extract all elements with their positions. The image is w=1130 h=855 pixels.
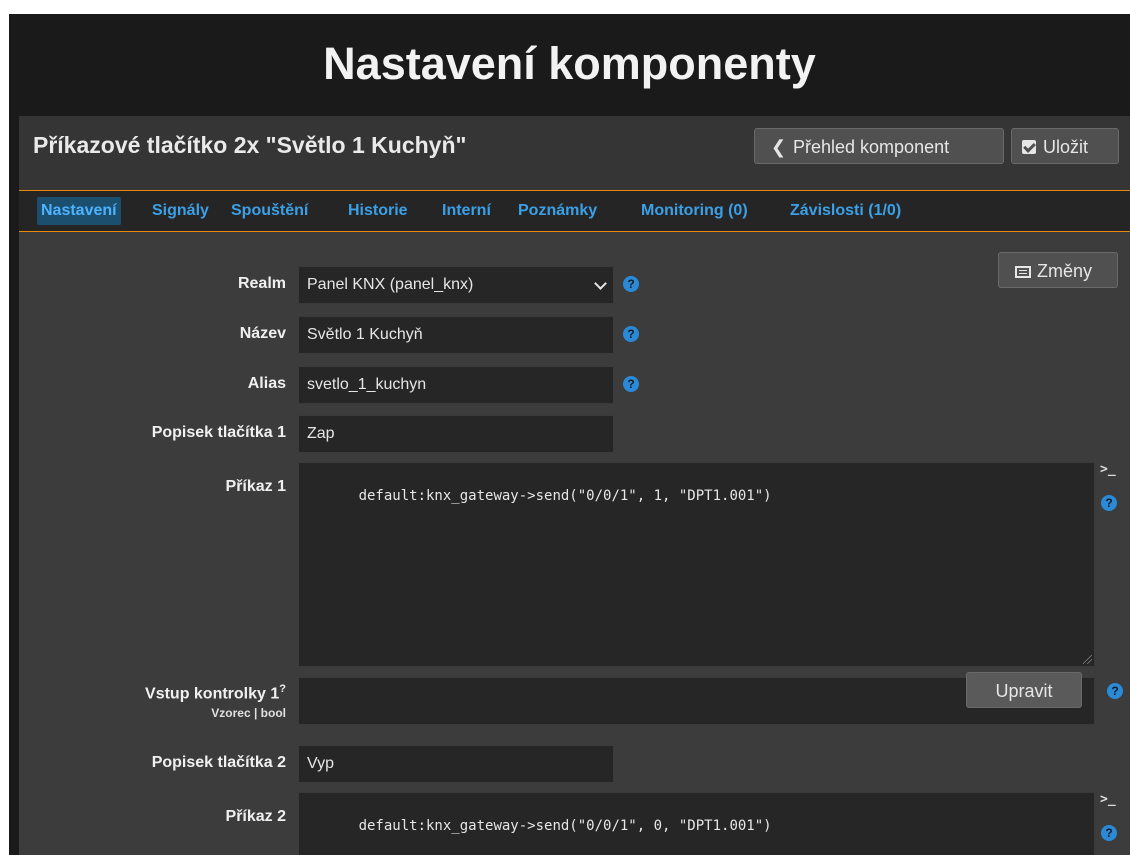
name-input[interactable]: Světlo 1 Kuchyň	[298, 316, 614, 354]
component-panel: Příkazové tlačítko 2x "Světlo 1 Kuchyň" …	[19, 116, 1130, 855]
command-2-editor[interactable]: default:knx_gateway->send("0/0/1", 0, "D…	[298, 792, 1095, 855]
edit-button[interactable]: Upravit	[966, 672, 1082, 708]
save-button[interactable]: Uložit	[1011, 128, 1119, 164]
terminal-icon[interactable]: >_	[1100, 463, 1116, 476]
button-label-2-label: Popisek tlačítka 2	[151, 754, 286, 771]
command-1-label: Příkaz 1	[225, 478, 286, 495]
name-label: Název	[239, 325, 286, 342]
question-circle-icon[interactable]: ?	[623, 276, 639, 292]
app-shell: Nastavení komponenty Příkazové tlačítko …	[9, 14, 1130, 855]
tab-internal[interactable]: Interní	[438, 197, 495, 225]
terminal-icon[interactable]: >_	[1100, 793, 1116, 806]
button-label-1-label: Popisek tlačítka 1	[151, 424, 286, 441]
question-circle-icon[interactable]: ?	[1107, 683, 1123, 699]
save-button-label: Uložit	[1043, 137, 1089, 157]
indicator-input-1-label: Vstup kontrolky 1?	[19, 683, 286, 703]
tab-triggers[interactable]: Spouštění	[227, 197, 312, 225]
back-to-components-button[interactable]: ❮ Přehled komponent	[754, 128, 1004, 164]
changes-button[interactable]: Změny	[998, 252, 1118, 288]
page-title: Nastavení komponenty	[323, 38, 816, 89]
panel-header: Příkazové tlačítko 2x "Světlo 1 Kuchyň" …	[19, 116, 1130, 191]
indicator-input-1-label-text: Vstup kontrolky 1	[145, 685, 280, 703]
component-title: Příkazové tlačítko 2x "Světlo 1 Kuchyň"	[33, 132, 467, 158]
command-1-code: default:knx_gateway->send("0/0/1", 1, "D…	[358, 488, 772, 504]
realm-select-value: Panel KNX (panel_knx)	[307, 276, 474, 293]
tab-signals[interactable]: Signály	[148, 197, 213, 225]
resize-handle[interactable]	[1083, 655, 1092, 664]
tab-dependencies[interactable]: Závislosti (1/0)	[786, 197, 905, 225]
changes-button-label: Změny	[1037, 261, 1093, 281]
alias-input[interactable]: svetlo_1_kuchyn	[298, 366, 614, 404]
tab-monitoring[interactable]: Monitoring (0)	[637, 197, 752, 225]
realm-select[interactable]: Panel KNX (panel_knx)	[298, 266, 614, 304]
help-superscript[interactable]: ?	[279, 683, 286, 695]
tab-history[interactable]: Historie	[344, 197, 412, 225]
chevron-left-icon: ❮	[771, 137, 787, 157]
tab-notes[interactable]: Poznámky	[514, 197, 601, 225]
command-1-editor[interactable]: default:knx_gateway->send("0/0/1", 1, "D…	[298, 462, 1095, 667]
question-circle-icon[interactable]: ?	[1101, 495, 1117, 511]
question-circle-icon[interactable]: ?	[1101, 825, 1117, 841]
tab-bar: Nastavení Signály Spouštění Historie Int…	[19, 191, 1130, 232]
command-2-code: default:knx_gateway->send("0/0/1", 0, "D…	[358, 818, 772, 834]
question-circle-icon[interactable]: ?	[623, 326, 639, 342]
alias-label: Alias	[247, 375, 286, 392]
question-circle-icon[interactable]: ?	[623, 376, 639, 392]
chevron-down-icon	[594, 277, 607, 290]
button-label-2-input[interactable]: Vyp	[298, 745, 614, 783]
command-2-label: Příkaz 2	[225, 808, 286, 825]
realm-label: Realm	[237, 275, 286, 292]
back-button-label: Přehled komponent	[793, 137, 950, 157]
check-square-icon	[1022, 140, 1036, 154]
list-icon	[1015, 266, 1031, 278]
tab-settings[interactable]: Nastavení	[37, 197, 121, 225]
button-label-1-input[interactable]: Zap	[298, 415, 614, 453]
indicator-input-1-sublabel: Vzorec | bool	[211, 706, 286, 720]
